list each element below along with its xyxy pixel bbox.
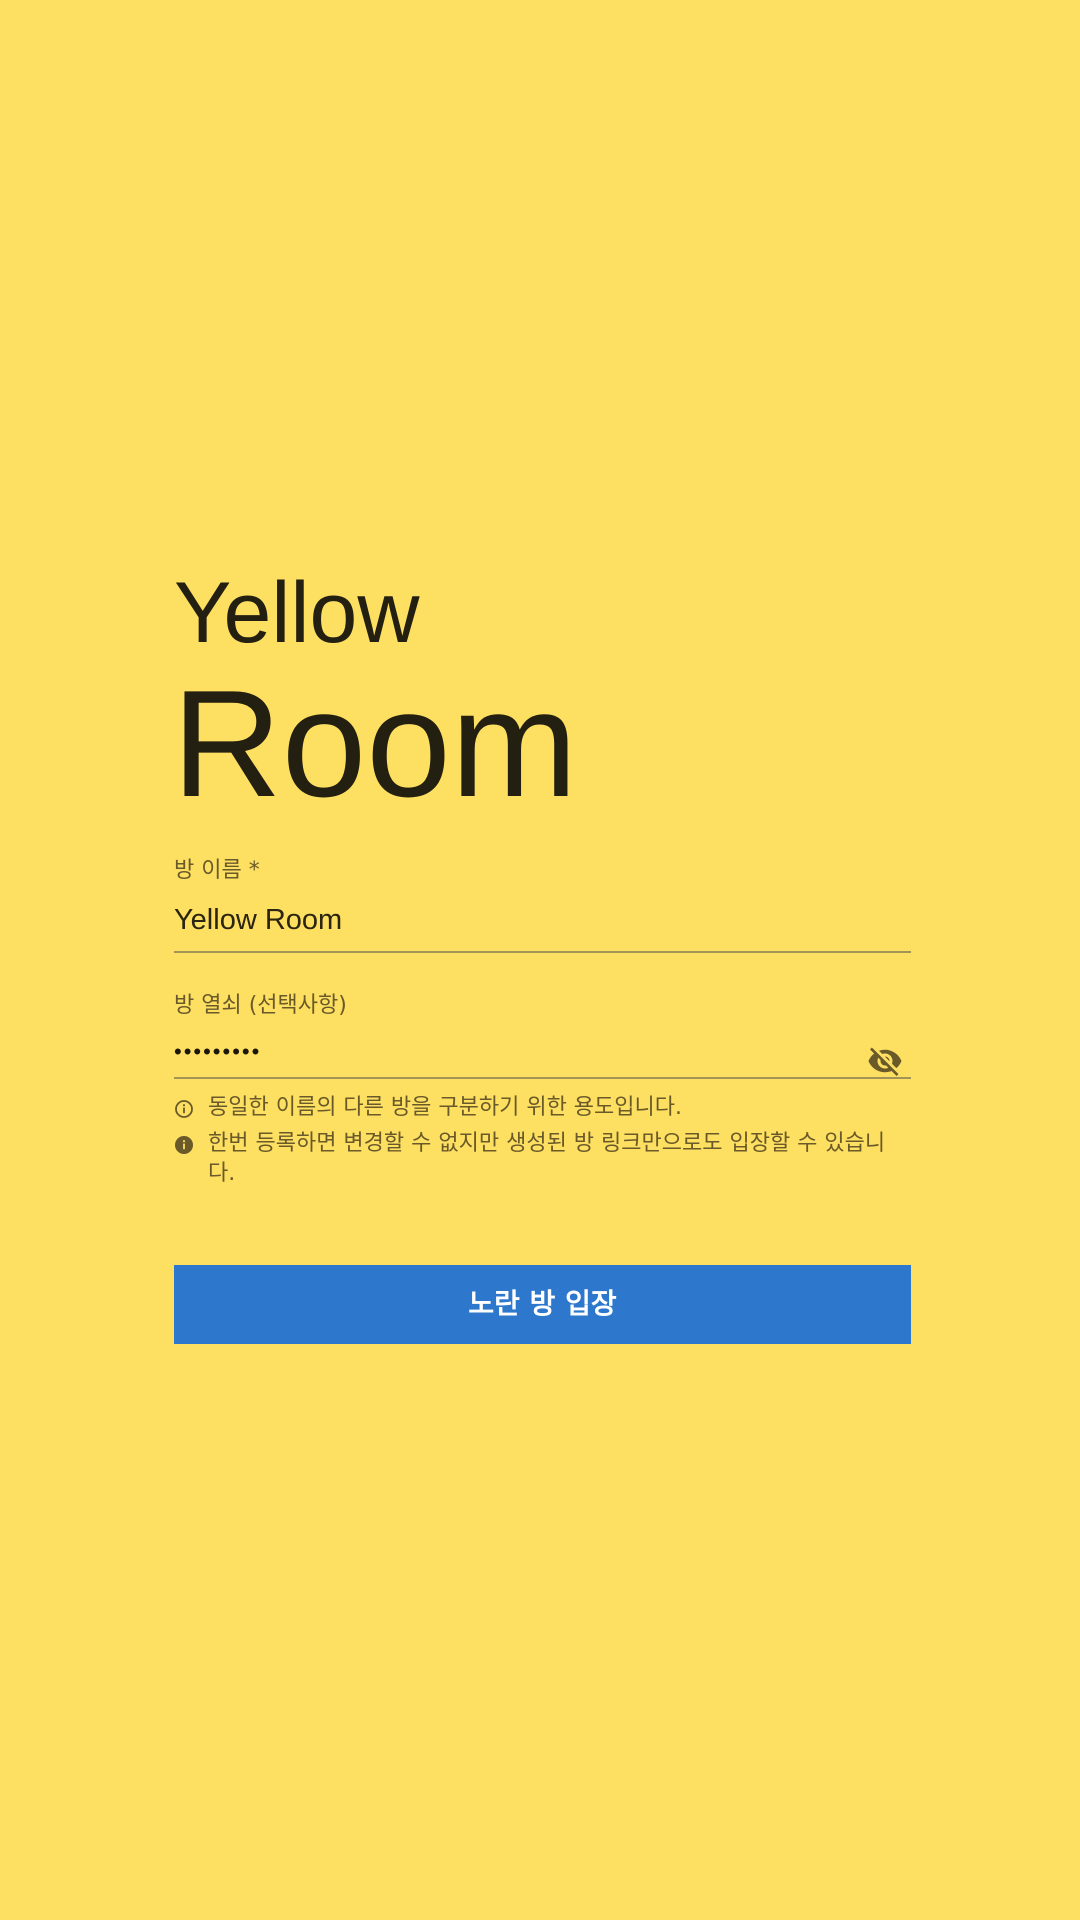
room-key-input[interactable]: ••••••••• bbox=[174, 1039, 911, 1079]
brand-logo: Yellow Room bbox=[172, 565, 911, 829]
hint-item: 동일한 이름의 다른 방을 구분하기 위한 용도입니다. bbox=[174, 1093, 911, 1123]
info-outline-icon bbox=[174, 1098, 194, 1118]
hint-text: 동일한 이름의 다른 방을 구분하기 위한 용도입니다. bbox=[208, 1095, 682, 1120]
room-key-label: 방 열쇠 (선택사항) bbox=[174, 993, 347, 1018]
hint-text: 한번 등록하면 변경할 수 없지만 생성된 방 링크만으로도 입장할 수 있습니… bbox=[208, 1131, 886, 1186]
room-name-field: 방 이름 * bbox=[174, 860, 911, 953]
room-name-input[interactable] bbox=[174, 904, 911, 953]
room-key-field: 방 열쇠 (선택사항) ••••••••• bbox=[174, 995, 911, 1079]
brand-title-line2: Room bbox=[172, 659, 578, 829]
login-container: Yellow Room 방 이름 * 방 열쇠 (선택사항) •••••••••… bbox=[172, 565, 911, 1344]
hint-item: 한번 등록하면 변경할 수 없지만 생성된 방 링크만으로도 입장할 수 있습니… bbox=[174, 1129, 911, 1189]
eye-off-icon[interactable] bbox=[867, 1043, 903, 1079]
field-hints: 동일한 이름의 다른 방을 구분하기 위한 용도입니다. 한번 등록하면 변경할… bbox=[174, 1093, 911, 1189]
enter-room-button[interactable]: 노란 방 입장 bbox=[174, 1265, 911, 1344]
info-filled-icon bbox=[174, 1134, 194, 1154]
brand-title-line1: Yellow bbox=[174, 565, 420, 661]
room-name-label: 방 이름 * bbox=[174, 858, 260, 883]
